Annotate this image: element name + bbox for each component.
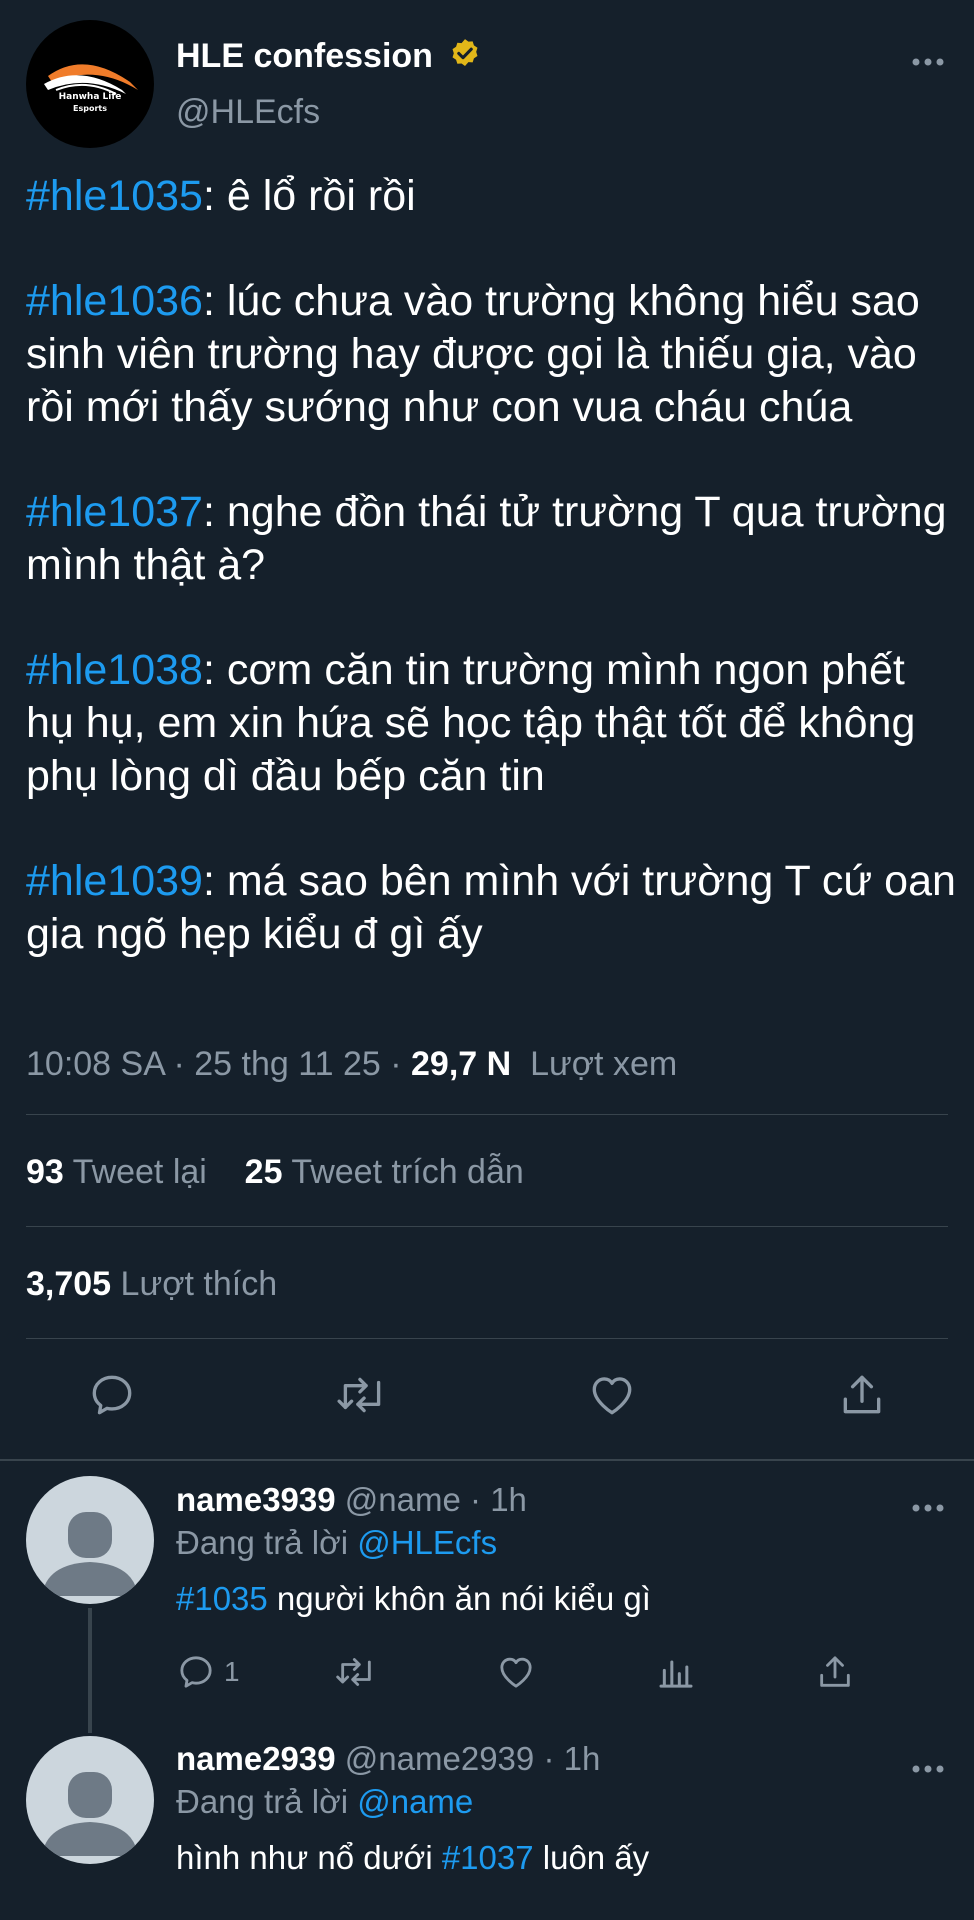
share-button[interactable] (815, 1647, 855, 1697)
verified-badge-icon (452, 39, 478, 67)
retweet-icon (336, 1658, 371, 1686)
hashtag-link[interactable]: #1037 (442, 1839, 534, 1876)
share-icon (843, 1375, 881, 1414)
divider (26, 1338, 948, 1339)
views-label: Lượt xem (530, 1045, 678, 1083)
avatar-text-1: Hanwha Life (58, 92, 122, 102)
reply-text-content: hình như nổ dưới (176, 1839, 442, 1876)
quotes-label: Tweet trích dẫn (291, 1153, 524, 1191)
section-divider (0, 1459, 974, 1461)
replying-to: Đang trả lời @HLEcfs (176, 1523, 497, 1563)
share-button[interactable] (832, 1365, 892, 1425)
mention-link[interactable]: @HLEcfs (357, 1524, 497, 1561)
tweet-paragraph: #hle1036: lúc chưa vào trường không hiểu… (26, 275, 956, 434)
tweet-paragraph: #hle1038: cơm căn tin trường mình ngon p… (26, 644, 956, 803)
tweet-header: Hanwha Life Esports HLE confession @HLEc… (26, 20, 948, 150)
reply-time[interactable]: 1h (490, 1481, 527, 1518)
analytics-icon (659, 1660, 693, 1688)
default-avatar-icon (42, 1512, 138, 1596)
reply-text-content: người khôn ăn nói kiểu gì (267, 1580, 651, 1617)
tweet-text: #hle1035: ê lổ rồi rồi #hle1036: lúc chư… (26, 170, 956, 961)
default-avatar-icon (42, 1772, 138, 1856)
heart-icon (592, 1377, 632, 1415)
replying-label: Đang trả lời (176, 1524, 349, 1561)
heart-icon (500, 1657, 532, 1688)
reply-count: 1 (224, 1656, 240, 1687)
reply-header: name2939 @name2939 · 1h (176, 1739, 600, 1779)
reply-button[interactable] (82, 1365, 142, 1425)
more-options-icon[interactable] (908, 1759, 948, 1779)
retweet-button[interactable] (334, 1647, 378, 1697)
hashtag-link[interactable]: #hle1036 (26, 277, 203, 325)
hashtag-link[interactable]: #1035 (176, 1580, 268, 1617)
reply-icon (180, 1656, 212, 1688)
retweets-stat[interactable]: 93 Tweet lại (26, 1153, 207, 1191)
tweet-time[interactable]: 10:08 SA (26, 1045, 164, 1083)
quotes-count: 25 (244, 1153, 283, 1191)
hanwha-logo-icon (44, 64, 138, 95)
hashtag-link[interactable]: #hle1038 (26, 646, 203, 694)
handle[interactable]: @HLEcfs (176, 92, 320, 132)
retweets-count: 93 (26, 1153, 64, 1191)
reply-handle[interactable]: @name (345, 1481, 461, 1518)
reply-icon (92, 1375, 132, 1415)
reply-handle[interactable]: @name2939 (345, 1740, 534, 1777)
retweets-label: Tweet lại (72, 1153, 207, 1191)
tweet-paragraph: #hle1039: má sao bên mình với trường T c… (26, 855, 956, 961)
reply-text: #1035 người khôn ăn nói kiểu gì (176, 1579, 651, 1619)
like-button[interactable] (496, 1647, 536, 1697)
reply-text: hình như nổ dưới #1037 luôn ấy (176, 1838, 649, 1878)
reply-button[interactable]: 1 (176, 1647, 240, 1697)
likes-count: 3,705 (26, 1265, 112, 1303)
tweet-paragraph: #hle1037: nghe đồn thái tử trường T qua … (26, 486, 956, 592)
reply-display-name[interactable]: name3939 (176, 1481, 336, 1518)
paragraph-text: : ê lổ rồi rồi (202, 172, 416, 220)
tweet-paragraph: #hle1035: ê lổ rồi rồi (26, 170, 956, 223)
likes-label: Lượt thích (120, 1265, 278, 1303)
display-name[interactable]: HLE confession (176, 36, 482, 76)
display-name-text: HLE confession (176, 37, 433, 75)
tweet-action-bar (0, 1365, 974, 1435)
likes-stat[interactable]: 3,705 Lượt thích (26, 1260, 277, 1308)
separator: · (543, 1740, 564, 1777)
avatar[interactable]: Hanwha Life Esports (26, 20, 154, 148)
like-button[interactable] (582, 1365, 642, 1425)
avatar[interactable] (26, 1736, 154, 1864)
hashtag-link[interactable]: #hle1037 (26, 488, 203, 536)
quotes-stat[interactable]: 25 Tweet trích dẫn (245, 1153, 524, 1191)
mention-link[interactable]: @name (357, 1783, 473, 1820)
reply-text-content: luôn ấy (533, 1839, 650, 1876)
views-button[interactable] (656, 1647, 696, 1697)
hashtag-link[interactable]: #hle1039 (26, 857, 203, 905)
share-icon (820, 1656, 850, 1687)
avatar[interactable] (26, 1476, 154, 1604)
separator: · (470, 1481, 491, 1518)
replying-to: Đang trả lời @name (176, 1782, 473, 1822)
divider (26, 1226, 948, 1227)
replying-label: Đang trả lời (176, 1783, 349, 1820)
hashtag-link[interactable]: #hle1035 (26, 172, 203, 220)
divider (26, 1114, 948, 1115)
tweet-meta: 10:08 SA · 25 thg 11 25 · 29,7 N Lượt xe… (26, 1045, 678, 1083)
retweet-icon (337, 1377, 381, 1413)
reply-header: name3939 @name · 1h (176, 1480, 527, 1520)
reply-time[interactable]: 1h (564, 1740, 601, 1777)
retweet-button[interactable] (332, 1365, 392, 1425)
more-options-icon[interactable] (908, 52, 948, 72)
tweet-detail-page: Hanwha Life Esports HLE confession @HLEc… (0, 0, 974, 1920)
retweet-stats: 93 Tweet lại 25 Tweet trích dẫn (26, 1148, 524, 1196)
views-count: 29,7 N (411, 1045, 512, 1083)
avatar-text-2: Esports (73, 104, 107, 113)
tweet-date[interactable]: 25 thg 11 25 (194, 1045, 381, 1083)
reply-action-bar: 1 (0, 1647, 974, 1697)
more-options-icon[interactable] (908, 1498, 948, 1518)
reply-display-name[interactable]: name2939 (176, 1740, 336, 1777)
